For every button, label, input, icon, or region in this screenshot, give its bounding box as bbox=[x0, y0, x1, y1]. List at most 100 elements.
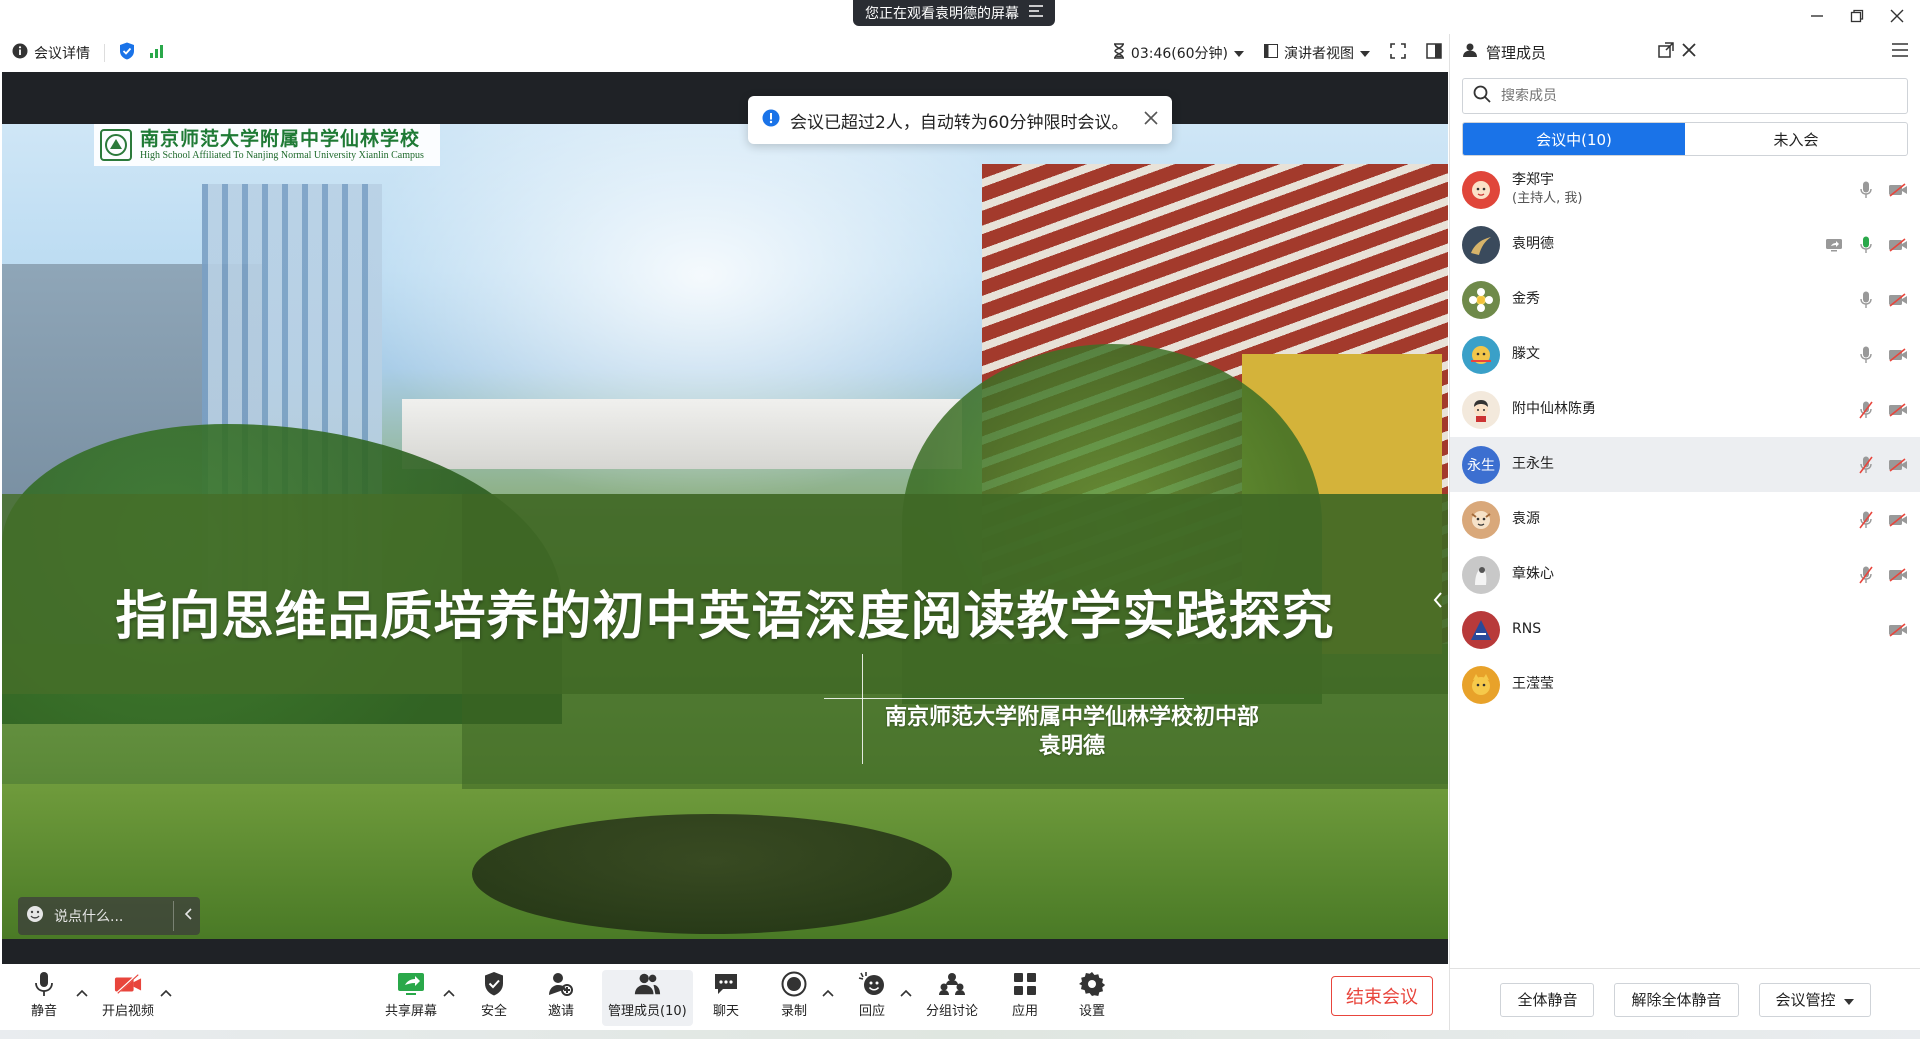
quick-chat-bar[interactable]: 说点什么... bbox=[18, 897, 200, 935]
member-name: 袁明德 bbox=[1512, 236, 1554, 253]
view-mode-label: 演讲者视图 bbox=[1284, 46, 1354, 62]
school-seal-icon bbox=[100, 129, 132, 161]
screen-share-notice[interactable]: 您正在观看袁明德的屏幕 bbox=[853, 0, 1055, 26]
meeting-timer[interactable]: 03:46(60分钟) bbox=[1113, 43, 1244, 63]
start-video-button[interactable]: 开启视频 bbox=[102, 970, 154, 1019]
close-icon[interactable] bbox=[1682, 43, 1696, 61]
chevron-up-icon[interactable] bbox=[822, 982, 834, 997]
security-button[interactable]: 安全 bbox=[480, 970, 508, 1019]
close-icon[interactable] bbox=[1884, 4, 1910, 28]
meeting-control-label: 会议管控 bbox=[1775, 991, 1836, 1009]
microphone-muted-icon[interactable] bbox=[1856, 400, 1876, 420]
share-screen-icon bbox=[397, 970, 425, 998]
member-row[interactable]: 袁源 bbox=[1450, 492, 1920, 547]
end-meeting-button[interactable]: 结束会议 bbox=[1331, 976, 1433, 1016]
invite-button[interactable]: 邀请 bbox=[547, 970, 575, 1019]
avatar bbox=[1462, 390, 1500, 429]
info-icon bbox=[762, 109, 780, 132]
time-limit-toast: 会议已超过2人，自动转为60分钟限时会议。 bbox=[748, 96, 1172, 144]
video-off-icon[interactable] bbox=[1888, 235, 1908, 255]
microphone-muted-icon[interactable] bbox=[1856, 565, 1876, 585]
meeting-top-bar: 会议详情 03:46(60分钟) 演讲者视图 bbox=[0, 34, 1450, 72]
avatar bbox=[1462, 610, 1500, 649]
share-screen-button[interactable]: 共享屏幕 bbox=[385, 970, 437, 1019]
video-off-icon[interactable] bbox=[1888, 620, 1908, 640]
members-panel-title: 管理成员 bbox=[1486, 43, 1547, 62]
member-name: 袁源 bbox=[1512, 511, 1540, 528]
screen-sharing-icon bbox=[1824, 235, 1844, 255]
member-row[interactable]: 附中仙林陈勇 bbox=[1450, 382, 1920, 437]
restore-icon[interactable] bbox=[1844, 4, 1870, 28]
member-search-input[interactable] bbox=[1501, 88, 1801, 104]
menu-lines-icon[interactable] bbox=[1029, 5, 1043, 21]
slide-divider-horizontal bbox=[824, 698, 1184, 699]
shield-icon[interactable] bbox=[119, 42, 135, 64]
member-row[interactable]: 永生 王永生 bbox=[1450, 437, 1920, 492]
sidebar-toggle-icon[interactable] bbox=[1426, 43, 1442, 63]
video-off-icon[interactable] bbox=[1888, 180, 1908, 200]
member-row[interactable]: 王滢莹 bbox=[1450, 657, 1920, 712]
settings-button[interactable]: 设置 bbox=[1078, 970, 1106, 1019]
microphone-icon[interactable] bbox=[1856, 290, 1876, 310]
video-off-icon[interactable] bbox=[1888, 455, 1908, 475]
presentation-slide: 南京师范大学附属中学仙林学校 High School Affiliated To… bbox=[2, 124, 1448, 939]
member-search-box[interactable] bbox=[1462, 78, 1908, 114]
chevron-up-icon[interactable] bbox=[900, 982, 912, 997]
microphone-muted-icon[interactable] bbox=[1856, 510, 1876, 530]
member-row[interactable]: 章姝心 bbox=[1450, 547, 1920, 602]
emoji-icon[interactable] bbox=[26, 905, 44, 927]
video-off-icon[interactable] bbox=[1888, 565, 1908, 585]
mute-all-button[interactable]: 全体静音 bbox=[1500, 982, 1595, 1017]
share-screen-label: 共享屏幕 bbox=[385, 1004, 438, 1019]
member-name: 王滢莹 bbox=[1512, 676, 1554, 693]
unmute-all-button[interactable]: 解除全体静音 bbox=[1614, 982, 1739, 1017]
meeting-control-dropdown[interactable]: 会议管控 bbox=[1758, 982, 1871, 1017]
close-icon[interactable] bbox=[1144, 110, 1158, 130]
member-row[interactable]: 滕文 bbox=[1450, 327, 1920, 382]
microphone-icon[interactable] bbox=[1856, 345, 1876, 365]
microphone-muted-icon[interactable] bbox=[1856, 455, 1876, 475]
panel-collapse-toggle[interactable] bbox=[1426, 582, 1448, 622]
chat-button[interactable]: 聊天 bbox=[712, 970, 740, 1019]
member-name: 王永生 bbox=[1512, 456, 1554, 473]
avatar bbox=[1462, 500, 1500, 539]
chat-label: 聊天 bbox=[712, 1004, 739, 1019]
chevron-up-icon[interactable] bbox=[443, 982, 455, 997]
breakout-icon bbox=[938, 970, 966, 998]
pop-out-icon[interactable] bbox=[1658, 42, 1674, 62]
record-button[interactable]: 录制 bbox=[780, 970, 808, 1019]
tab-in-meeting[interactable]: 会议中(10) bbox=[1463, 123, 1685, 155]
chevron-left-icon[interactable] bbox=[184, 908, 192, 924]
hamburger-menu-icon[interactable] bbox=[1892, 43, 1908, 61]
view-mode-dropdown[interactable]: 演讲者视图 bbox=[1264, 43, 1370, 63]
chevron-down-icon bbox=[1234, 45, 1244, 61]
fullscreen-icon[interactable] bbox=[1390, 43, 1406, 63]
video-off-icon[interactable] bbox=[1888, 345, 1908, 365]
quick-chat-input[interactable]: 说点什么... bbox=[54, 906, 123, 926]
signal-icon[interactable] bbox=[149, 43, 165, 63]
tab-not-joined[interactable]: 未入会 bbox=[1685, 123, 1907, 155]
member-row[interactable]: RNS bbox=[1450, 602, 1920, 657]
mute-button[interactable]: 静音 bbox=[30, 970, 58, 1019]
slide-subtitle-author: 袁明德 bbox=[1038, 733, 1105, 759]
video-off-icon[interactable] bbox=[1888, 400, 1908, 420]
member-row[interactable]: 李郑宇 (主持人, 我) bbox=[1450, 162, 1920, 217]
chevron-up-icon[interactable] bbox=[76, 982, 88, 997]
apps-button[interactable]: 应用 bbox=[1011, 970, 1039, 1019]
microphone-active-icon[interactable] bbox=[1856, 235, 1876, 255]
manage-members-button[interactable]: 管理成员(10) bbox=[602, 970, 693, 1026]
member-row[interactable]: 袁明德 bbox=[1450, 217, 1920, 272]
meeting-info-button[interactable]: 会议详情 bbox=[12, 43, 90, 63]
breakout-rooms-label: 分组讨论 bbox=[926, 1004, 979, 1019]
minimize-icon[interactable] bbox=[1804, 4, 1830, 28]
reaction-button[interactable]: 回应 bbox=[858, 970, 886, 1019]
breakout-rooms-button[interactable]: 分组讨论 bbox=[926, 970, 978, 1019]
chat-icon bbox=[712, 970, 740, 998]
member-row[interactable]: 金秀 bbox=[1450, 272, 1920, 327]
record-icon bbox=[780, 970, 808, 998]
avatar bbox=[1462, 665, 1500, 704]
chevron-up-icon[interactable] bbox=[160, 982, 172, 997]
video-off-icon[interactable] bbox=[1888, 510, 1908, 530]
microphone-icon[interactable] bbox=[1856, 180, 1876, 200]
video-off-icon[interactable] bbox=[1888, 290, 1908, 310]
